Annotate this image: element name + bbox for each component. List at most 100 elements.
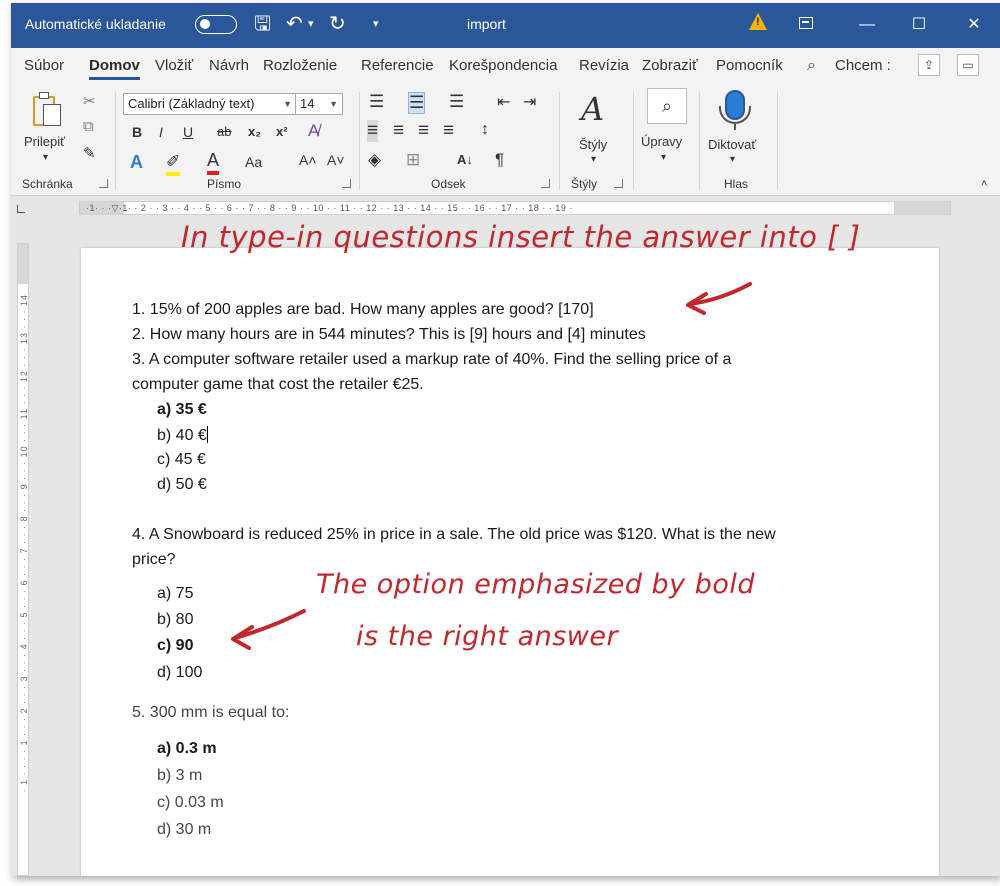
align-left-icon[interactable]: ≡ bbox=[367, 120, 379, 142]
line-spacing-icon[interactable]: ↕ bbox=[481, 121, 489, 139]
styles-dropdown-icon[interactable]: ▾ bbox=[591, 154, 596, 165]
tab-mailings[interactable]: Korešpondencia bbox=[449, 57, 557, 74]
tab-home[interactable]: Domov bbox=[89, 57, 140, 80]
paragraph-launcher-icon[interactable] bbox=[541, 179, 550, 188]
italic-button[interactable]: I bbox=[159, 124, 163, 140]
question-2: 2. How many hours are in 544 minutes? Th… bbox=[132, 326, 646, 343]
tab-view[interactable]: Zobraziť bbox=[642, 57, 698, 74]
voice-group-label: Hlas bbox=[724, 177, 749, 191]
warning-icon[interactable]: ! bbox=[749, 13, 767, 30]
shading-icon[interactable]: ◈ bbox=[368, 150, 381, 170]
numbering-icon[interactable]: ☰ bbox=[408, 92, 426, 114]
document-body[interactable]: 1. 15% of 200 apples are bad. How many a… bbox=[81, 248, 939, 876]
font-name-combo[interactable]: Calibri (Základný text) ▼ bbox=[123, 93, 297, 115]
font-color-icon[interactable]: A bbox=[207, 150, 220, 175]
editing-dropdown-icon[interactable]: ▾ bbox=[661, 152, 666, 163]
styles-button[interactable]: Štýly bbox=[579, 137, 607, 152]
question-3-line-2: computer game that cost the retailer €25… bbox=[132, 376, 424, 393]
tab-review[interactable]: Revízia bbox=[579, 57, 629, 74]
styles-group-label: Štýly bbox=[571, 177, 598, 191]
paste-button[interactable]: Prilepiť bbox=[24, 134, 65, 149]
close-button[interactable]: ✕ bbox=[954, 10, 994, 40]
font-launcher-icon[interactable] bbox=[342, 179, 351, 188]
bold-button[interactable]: B bbox=[132, 124, 142, 140]
tab-references[interactable]: Referencie bbox=[361, 57, 434, 74]
customize-qat-icon[interactable]: ▾ bbox=[373, 11, 379, 37]
find-icon[interactable]: ⌕ bbox=[647, 88, 687, 124]
grow-font-button[interactable]: A˄ bbox=[299, 152, 317, 168]
text-effects-icon[interactable]: A bbox=[130, 152, 143, 173]
styles-launcher-icon[interactable] bbox=[614, 179, 623, 188]
question-1: 1. 15% of 200 apples are bad. How many a… bbox=[132, 301, 594, 318]
paste-dropdown-icon[interactable]: ▾ bbox=[43, 152, 48, 163]
align-center-icon[interactable]: ≡ bbox=[393, 120, 404, 142]
dictate-button[interactable]: Diktovať bbox=[708, 137, 756, 152]
tab-insert[interactable]: Vložiť bbox=[155, 57, 193, 74]
strikethrough-button[interactable]: ab bbox=[217, 124, 231, 139]
copy-icon[interactable]: ⧉ bbox=[83, 118, 94, 135]
group-separator bbox=[359, 92, 360, 190]
q3-option-a: a) 35 € bbox=[157, 401, 207, 418]
redo-icon[interactable]: ↻ bbox=[329, 11, 346, 37]
change-case-button[interactable]: Aa bbox=[245, 154, 262, 170]
cut-icon[interactable]: ✂ bbox=[83, 92, 96, 110]
collapse-ribbon-icon[interactable]: ˄ bbox=[981, 178, 987, 190]
subscript-button[interactable]: x₂ bbox=[248, 124, 261, 139]
shrink-font-button[interactable]: A˅ bbox=[327, 152, 345, 168]
dictate-dropdown-icon[interactable]: ▾ bbox=[730, 154, 735, 165]
clear-formatting-icon[interactable]: A̸ bbox=[308, 121, 319, 141]
question-5: 5. 300 mm is equal to: bbox=[132, 704, 290, 721]
decrease-indent-icon[interactable]: ⇤ bbox=[497, 92, 510, 112]
increase-indent-icon[interactable]: ⇥ bbox=[523, 92, 536, 112]
tell-me-search[interactable]: Chcem : bbox=[835, 57, 891, 74]
chevron-down-icon: ▼ bbox=[329, 99, 338, 109]
tab-selector[interactable] bbox=[17, 205, 25, 213]
paste-icon[interactable] bbox=[33, 90, 63, 128]
multilevel-list-icon[interactable]: ☰ bbox=[449, 92, 464, 112]
search-icon[interactable]: ⌕ bbox=[807, 57, 816, 75]
justify-icon[interactable]: ≡ bbox=[443, 120, 454, 142]
sort-icon[interactable]: A↓ bbox=[457, 152, 473, 167]
tab-help[interactable]: Pomocník bbox=[716, 57, 783, 74]
minimize-button[interactable]: — bbox=[847, 10, 887, 40]
vertical-ruler-margin bbox=[18, 244, 28, 284]
ruler-right-margin bbox=[894, 202, 950, 214]
align-right-icon[interactable]: ≡ bbox=[418, 120, 429, 142]
save-icon[interactable]: 🖫 bbox=[254, 11, 271, 37]
vertical-ruler[interactable]: · 1 · · · · 1 · · · 2 · · · 3 · · · 4 · … bbox=[17, 243, 29, 876]
maximize-button[interactable]: ☐ bbox=[899, 10, 939, 40]
comments-button[interactable]: ▭ bbox=[957, 54, 979, 76]
bullets-icon[interactable]: ☰ bbox=[369, 92, 384, 112]
superscript-button[interactable]: x² bbox=[276, 124, 288, 139]
q4-option-a: a) 75 bbox=[157, 585, 194, 602]
ruler-strip[interactable]: ·1· · ·▽·1· · 2 · · 3 · · 4 · · 5 · · 6 … bbox=[79, 201, 951, 215]
autosave-toggle[interactable] bbox=[195, 15, 237, 34]
toggle-knob bbox=[200, 19, 210, 29]
font-size-combo[interactable]: 14 ▼ bbox=[295, 93, 343, 115]
show-marks-icon[interactable]: ¶ bbox=[495, 150, 504, 170]
borders-icon[interactable]: ⊞ bbox=[406, 150, 420, 170]
vertical-ruler-numbers: · 1 · · · · 1 · · · 2 · · · 3 · · · 4 · … bbox=[19, 294, 29, 793]
microphone-stand bbox=[734, 124, 736, 130]
font-size-value: 14 bbox=[300, 96, 315, 111]
sheet-shape bbox=[43, 104, 61, 126]
ribbon-display-options-icon[interactable] bbox=[799, 17, 813, 29]
question-4-line-2: price? bbox=[132, 551, 176, 568]
tab-file[interactable]: Súbor bbox=[24, 57, 64, 74]
highlight-icon[interactable]: ✐ bbox=[166, 152, 181, 176]
document-page[interactable]: 1. 15% of 200 apples are bad. How many a… bbox=[81, 248, 939, 876]
share-button[interactable]: ⇪ bbox=[918, 54, 940, 76]
undo-icon[interactable]: ↶ bbox=[286, 11, 303, 37]
undo-dropdown-icon[interactable]: ▾ bbox=[308, 11, 314, 37]
q4-option-d: d) 100 bbox=[157, 664, 203, 681]
editing-button[interactable]: Úpravy bbox=[641, 134, 682, 149]
tab-layout[interactable]: Rozloženie bbox=[263, 57, 337, 74]
styles-icon[interactable]: A bbox=[581, 90, 604, 128]
tab-design[interactable]: Návrh bbox=[209, 57, 249, 74]
ribbon: Prilepiť ▾ ✂ ⧉ ✎ Schránka Calibri (Zákla… bbox=[11, 82, 1000, 196]
q4-option-c: c) 90 bbox=[157, 637, 194, 654]
horizontal-ruler: ·1· · ·▽·1· · 2 · · 3 · · 4 · · 5 · · 6 … bbox=[11, 196, 1000, 220]
format-painter-icon[interactable]: ✎ bbox=[83, 144, 96, 162]
underline-button[interactable]: U bbox=[183, 124, 193, 140]
clipboard-launcher-icon[interactable] bbox=[99, 179, 108, 188]
